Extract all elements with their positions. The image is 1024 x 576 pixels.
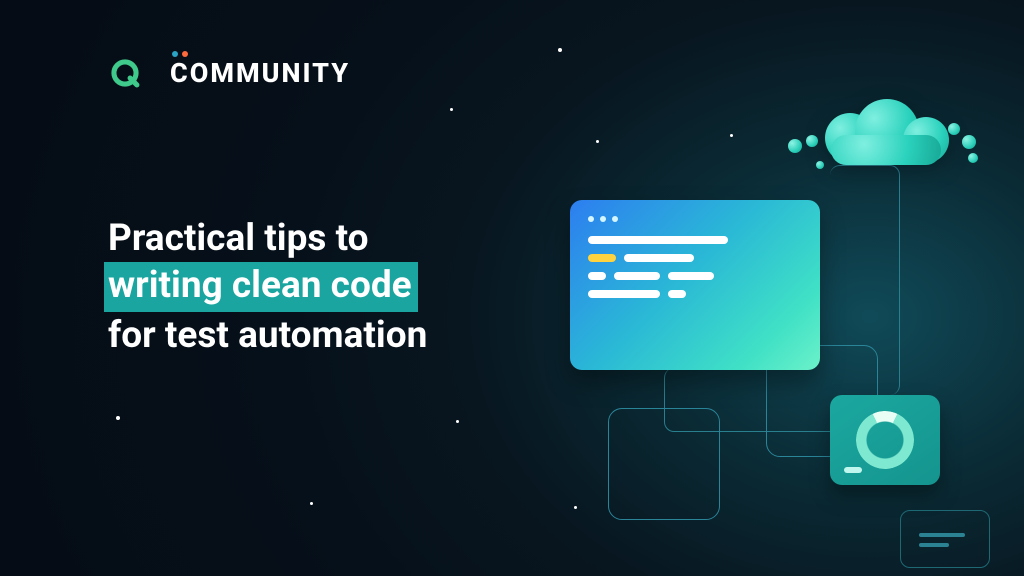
- bubble: [948, 123, 960, 135]
- message-window-icon: [900, 510, 990, 568]
- bubble: [968, 153, 978, 163]
- sparkle: [596, 140, 599, 143]
- bubble: [816, 161, 824, 169]
- sparkle: [456, 420, 459, 423]
- code-window-card: [570, 200, 820, 370]
- q-icon: [108, 56, 142, 90]
- sparkle: [310, 502, 313, 505]
- title-line-1: Practical tips to: [108, 215, 548, 262]
- title-line-2-highlight: writing clean code: [104, 262, 418, 311]
- sparkle: [450, 108, 453, 111]
- window-controls-icon: [588, 216, 802, 222]
- bubble: [962, 135, 976, 149]
- code-bar: [588, 290, 802, 298]
- outline-card: [608, 408, 720, 520]
- sparkle: [574, 506, 577, 509]
- brand-name: COMMUNITY: [170, 57, 350, 89]
- sparkle: [558, 48, 562, 52]
- code-bar: [588, 236, 728, 244]
- progress-widget-card: [830, 395, 940, 485]
- title-line-3: for test automation: [108, 312, 548, 359]
- hero-title: Practical tips to writing clean code for…: [108, 215, 548, 359]
- bubble: [788, 139, 802, 153]
- sparkle: [730, 134, 733, 137]
- outline-card: [766, 345, 878, 457]
- code-bar: [588, 254, 802, 262]
- code-bar: [588, 272, 802, 280]
- brand-logo: COMMUNITY: [108, 56, 350, 90]
- cloud-icon: [780, 95, 980, 205]
- progress-ring-icon: [846, 401, 923, 478]
- bubble: [806, 135, 818, 147]
- sparkle: [116, 416, 120, 420]
- connector-line: [830, 165, 900, 395]
- connector-line: [664, 368, 864, 432]
